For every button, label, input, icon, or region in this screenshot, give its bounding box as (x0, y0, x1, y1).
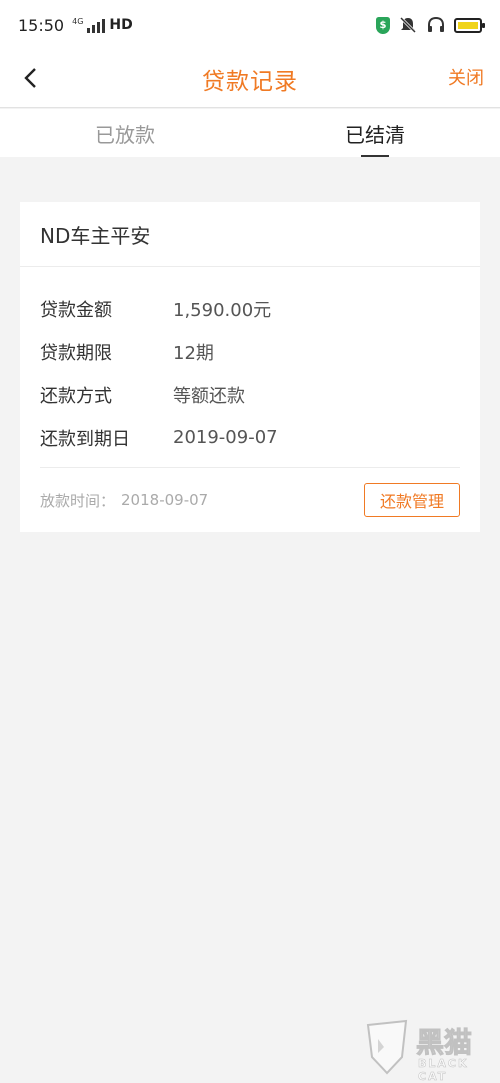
disbursement-time-label: 放款时间： (40, 491, 116, 510)
status-icons: $ (376, 15, 485, 35)
tab-bar: 已放款 已结清 (0, 109, 500, 157)
detail-row-due-date: 还款到期日 2019-09-07 (40, 416, 460, 459)
signal-icon: 4G (72, 17, 106, 33)
detail-row-amount: 贷款金额 1,590.00元 (40, 287, 460, 330)
tab-label: 已放款 (95, 122, 155, 147)
back-button[interactable] (14, 62, 46, 94)
detail-row-term: 贷款期限 12期 (40, 330, 460, 373)
disbursement-date: 2018-09-07 (121, 491, 209, 509)
loan-details: 贷款金额 1,590.00元 贷款期限 12期 还款方式 等额还款 还款到期日 … (20, 267, 480, 459)
loan-record-card: ND车主平安 贷款金额 1,590.00元 贷款期限 12期 还款方式 等额还款… (20, 202, 480, 532)
detail-value: 1,590.00元 (173, 299, 272, 321)
status-bar: 15:50 4G HD $ (0, 0, 500, 50)
detail-value: 等额还款 (173, 385, 245, 407)
loan-records-page: 15:50 4G HD $ 贷款记录 关闭 已放款 已结清 ND车主平安 贷款金… (0, 0, 500, 1083)
security-shield-icon: $ (376, 16, 390, 34)
status-time: 15:50 (18, 15, 65, 35)
cat-logo-icon (366, 1019, 408, 1075)
detail-value: 12期 (173, 342, 214, 364)
detail-row-repayment-method: 还款方式 等额还款 (40, 373, 460, 416)
battery-icon (454, 17, 485, 33)
headphones-icon (428, 16, 444, 32)
detail-label: 贷款金额 (40, 299, 112, 321)
black-cat-watermark: 黑猫 BLACK CAT (362, 1017, 492, 1083)
tab-disbursed[interactable]: 已放款 (0, 109, 250, 157)
detail-label: 贷款期限 (40, 342, 112, 364)
page-title: 贷款记录 (202, 68, 298, 95)
chevron-left-icon (24, 68, 36, 88)
tab-label: 已结清 (345, 122, 405, 147)
close-button[interactable]: 关闭 (448, 64, 484, 90)
network-type: 4G (72, 17, 84, 26)
detail-value: 2019-09-07 (173, 427, 278, 448)
tab-active-indicator (361, 155, 389, 157)
hd-indicator: HD (109, 17, 133, 33)
detail-label: 还款方式 (40, 385, 112, 407)
mute-bell-icon (399, 16, 417, 34)
repayment-management-button[interactable]: 还款管理 (364, 483, 460, 517)
card-title: ND车主平安 (20, 202, 480, 267)
card-footer: 放款时间： 2018-09-07 还款管理 (40, 467, 460, 532)
tab-settled[interactable]: 已结清 (250, 109, 500, 157)
watermark-subtext: BLACK CAT (418, 1057, 469, 1083)
watermark-text: 黑猫 (415, 1026, 473, 1060)
nav-bar: 贷款记录 关闭 (0, 50, 500, 108)
detail-label: 还款到期日 (40, 428, 130, 450)
